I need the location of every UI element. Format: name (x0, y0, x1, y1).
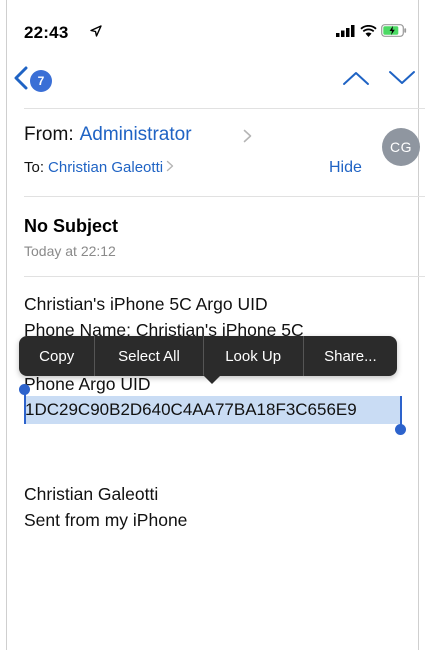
divider (24, 196, 425, 197)
share-menu-item[interactable]: Share... (304, 336, 397, 376)
selection-end-handle[interactable] (395, 424, 406, 435)
select-all-menu-item[interactable]: Select All (95, 336, 204, 376)
body-line: Sent from my iPhone (24, 510, 188, 530)
divider (24, 276, 425, 277)
look-up-menu-item[interactable]: Look Up (204, 336, 304, 376)
battery-charging-icon (381, 24, 407, 42)
message-subject: No Subject (24, 216, 119, 236)
unread-count-badge: 7 (30, 69, 52, 92)
chevron-right-icon (243, 127, 252, 148)
edit-menu: Copy Select All Look Up Share... (19, 336, 397, 376)
hide-details-button[interactable]: Hide (329, 159, 362, 177)
recipient-name-link[interactable]: Christian Galeotti (48, 159, 163, 176)
body-line: Christian's iPhone 5C Argo UID (24, 294, 268, 314)
sender-name-link[interactable]: Administrator (80, 124, 192, 146)
avatar[interactable]: CG (382, 128, 420, 166)
previous-message-button[interactable] (342, 70, 370, 91)
body-line: Phone Argo UID (24, 374, 151, 394)
selection-start-bar (24, 390, 26, 424)
wifi-icon (360, 24, 377, 42)
status-icons (336, 24, 407, 42)
back-button[interactable]: 7 (14, 66, 52, 95)
chevron-left-icon (14, 66, 28, 95)
to-row: To: Christian Galeotti (24, 159, 174, 176)
message-date: Today at 22:12 (24, 243, 116, 259)
from-row: From: Administrator (24, 124, 192, 146)
cellular-signal-icon (336, 24, 356, 42)
chevron-up-icon (342, 72, 370, 90)
body-line: Christian Galeotti (24, 484, 159, 504)
from-label: From: (24, 124, 74, 145)
location-arrow-icon (90, 24, 102, 42)
next-message-button[interactable] (388, 70, 416, 91)
chevron-down-icon (388, 71, 416, 90)
copy-menu-item[interactable]: Copy (19, 336, 96, 376)
chevron-right-icon (166, 159, 174, 176)
selected-text[interactable]: 1DC29C90B2D640C4AA77BA18F3C656E9 (24, 396, 402, 424)
status-time: 22:43 (24, 23, 69, 42)
to-label: To: (24, 159, 45, 176)
edit-menu-pointer (203, 375, 221, 384)
divider (24, 108, 425, 109)
